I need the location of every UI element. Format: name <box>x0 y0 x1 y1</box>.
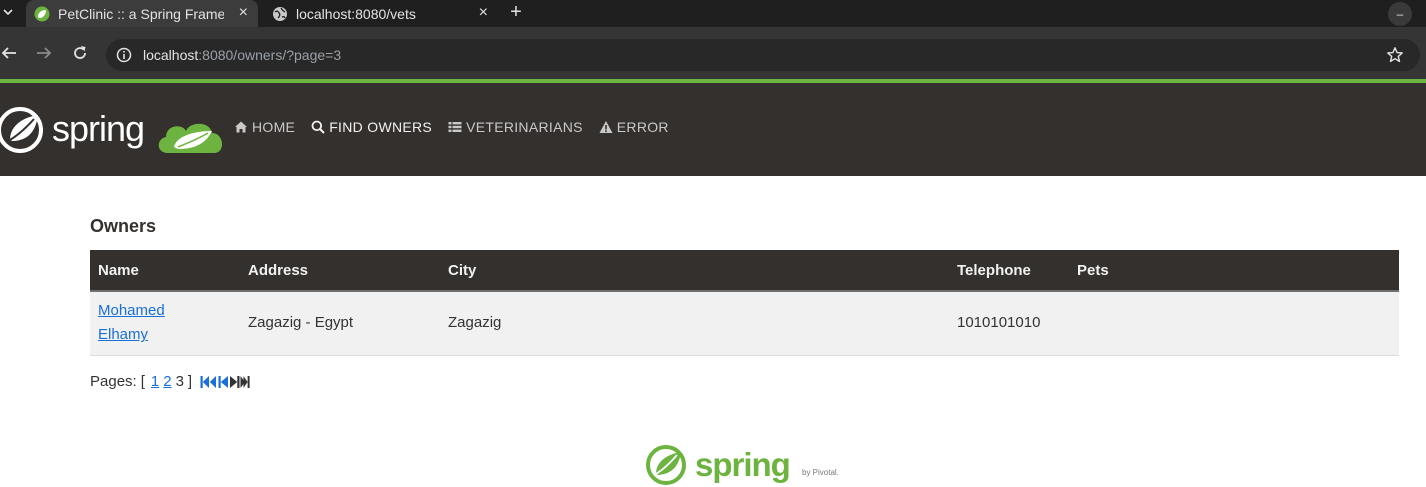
warning-icon <box>599 121 613 133</box>
browser-toolbar: localhost:8080/owners/?page=3 <box>0 27 1426 79</box>
navbar: spring HOME FIND OWNERS VETERINARIANS ER… <box>0 83 1426 176</box>
th-list-icon <box>448 122 462 132</box>
cell-pets <box>1069 291 1399 356</box>
spring-favicon-icon <box>34 6 50 21</box>
owners-table: Name Address City Telephone Pets Mohamed… <box>90 250 1399 356</box>
owner-link[interactable]: Mohamed Elhamy <box>98 299 188 347</box>
column-header-telephone: Telephone <box>949 250 1069 292</box>
globe-icon <box>273 6 287 21</box>
nav-home-label: HOME <box>252 119 296 135</box>
nav-find-owners[interactable]: FIND OWNERS <box>311 119 432 135</box>
tab-title: PetClinic :: a Spring Framework demonstr… <box>58 5 224 22</box>
step-backward-icon[interactable] <box>218 375 229 389</box>
tab-title: localhost:8080/vets <box>296 5 416 22</box>
footer-logo-text: spring <box>695 446 790 483</box>
url-path: :8080/owners/?page=3 <box>198 47 342 63</box>
spring-by-pivotal-logo: spring by Pivotal. <box>646 445 839 485</box>
tab-search-button[interactable] <box>0 2 16 22</box>
fast-forward-icon <box>240 375 250 388</box>
table-header-row: Name Address City Telephone Pets <box>90 250 1399 292</box>
column-header-pets: Pets <box>1069 250 1399 292</box>
tab-close-button[interactable]: × <box>239 4 248 22</box>
pagination: Pages: [ 1 2 3 ] <box>90 373 250 390</box>
nav-find-owners-label: FIND OWNERS <box>329 119 433 135</box>
tab-petclinic[interactable]: PetClinic :: a Spring Framework demonstr… <box>26 0 258 27</box>
nav-error[interactable]: ERROR <box>599 119 669 135</box>
spring-petclinic-logo[interactable]: spring <box>0 103 230 159</box>
pagination-close-bracket: ] <box>187 373 193 390</box>
site-info-icon[interactable] <box>116 47 132 63</box>
cell-city: Zagazig <box>440 291 949 356</box>
column-header-city: City <box>440 250 949 292</box>
pagination-label: Pages: <box>90 373 137 390</box>
column-header-name: Name <box>90 250 240 292</box>
step-forward-icon <box>230 375 240 388</box>
url-host: localhost <box>143 47 199 63</box>
nav-error-label: ERROR <box>616 119 669 135</box>
back-icon[interactable] <box>0 43 20 63</box>
bookmark-star-icon[interactable] <box>1386 46 1404 64</box>
pagination-nav <box>200 375 250 389</box>
page-link-2[interactable]: 2 <box>163 373 171 390</box>
cell-address: Zagazig - Egypt <box>240 291 440 356</box>
brand-text: spring <box>52 108 144 149</box>
nav-veterinarians-label: VETERINARIANS <box>466 119 583 135</box>
fast-backward-icon[interactable] <box>200 375 218 389</box>
tab-close-button[interactable]: × <box>479 4 488 22</box>
pagination-open-bracket: [ <box>140 373 145 390</box>
cell-telephone: 1010101010 <box>949 291 1069 356</box>
column-header-address: Address <box>240 250 440 292</box>
url-text: localhost:8080/owners/?page=3 <box>143 45 341 65</box>
home-icon <box>235 121 247 133</box>
search-icon <box>311 120 325 134</box>
address-bar[interactable]: localhost:8080/owners/?page=3 <box>106 39 1420 71</box>
page-current: 3 <box>175 373 184 390</box>
browser-tabstrip: PetClinic :: a Spring Framework demonstr… <box>0 0 1426 27</box>
page-title: Owners <box>90 216 157 236</box>
chevron-down-icon <box>3 9 13 16</box>
nav-links: HOME FIND OWNERS VETERINARIANS ERROR <box>234 119 685 135</box>
table-row: Mohamed Elhamy Zagazig - Egypt Zagazig 1… <box>90 291 1399 356</box>
cell-name: Mohamed Elhamy <box>90 291 240 356</box>
nav-veterinarians[interactable]: VETERINARIANS <box>448 119 583 135</box>
footer-by-text: by Pivotal. <box>802 468 839 477</box>
new-tab-button[interactable]: + <box>506 2 526 22</box>
reload-icon[interactable] <box>70 43 90 63</box>
nav-home[interactable]: HOME <box>234 119 295 135</box>
forward-icon[interactable] <box>34 43 54 63</box>
page-link-1[interactable]: 1 <box>151 373 159 390</box>
window-minimize-button[interactable]: – <box>1388 2 1412 26</box>
tab-vets[interactable]: localhost:8080/vets × <box>264 0 498 27</box>
